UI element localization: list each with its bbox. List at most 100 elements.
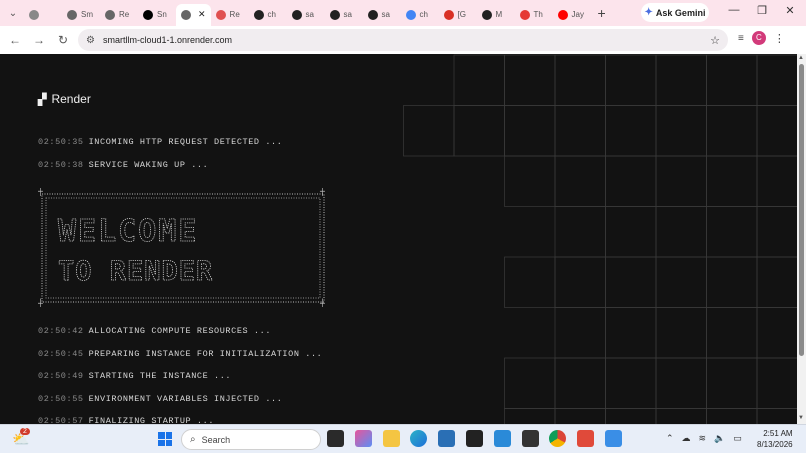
notepad-icon[interactable] [605, 430, 622, 447]
maximize-button[interactable]: ❐ [752, 4, 772, 17]
volume-icon[interactable]: 🔈 [714, 433, 725, 444]
browser-tab[interactable]: sa [325, 4, 363, 26]
taskbar-search-label: Search [201, 434, 231, 445]
clock-time: 2:51 AM [763, 429, 793, 438]
app-icon[interactable] [466, 430, 483, 447]
windows-start-button[interactable] [158, 432, 172, 446]
log-line: 02:50:42 ALLOCATING COMPUTE RESOURCES ... [38, 326, 271, 336]
grid-cell [605, 155, 657, 207]
grid-cell [756, 54, 797, 106]
task-view-icon[interactable] [327, 430, 344, 447]
tab-search-chevron-icon[interactable]: ⌄ [2, 8, 24, 19]
forward-icon[interactable]: → [28, 33, 50, 47]
grid-cell [756, 357, 797, 409]
browser-tab[interactable]: ch [249, 4, 287, 26]
grid-cell [706, 206, 758, 258]
file-explorer-icon[interactable] [383, 430, 400, 447]
grid-cell [554, 105, 606, 157]
grid-cell [605, 357, 657, 409]
menu-kebab-icon[interactable]: ⋮ [774, 32, 785, 45]
tab-close-icon[interactable]: ✕ [198, 9, 206, 20]
grid-cell [706, 307, 758, 359]
github-icon [481, 9, 492, 20]
browser-tab[interactable]: Re [100, 4, 138, 26]
log-line: 02:50:35 INCOMING HTTP REQUEST DETECTED .… [38, 137, 282, 147]
render-logo-text: Render [51, 92, 91, 106]
taskbar-clock[interactable]: 2:51 AM 8/13/2026 [757, 428, 793, 450]
scroll-up-icon[interactable]: ▲ [798, 55, 804, 61]
browser-tab[interactable]: M [477, 4, 515, 26]
terminal-icon[interactable] [522, 430, 539, 447]
svg-text:┼: ┼ [319, 298, 325, 307]
svg-text:┼: ┼ [38, 188, 43, 196]
browser-tab[interactable]: Jay [553, 4, 591, 26]
grid-cell [605, 54, 657, 106]
grid-cell [504, 105, 556, 157]
app-red-icon[interactable] [577, 430, 594, 447]
scroll-down-icon[interactable]: ▼ [798, 415, 804, 421]
scroll-thumb[interactable] [799, 64, 804, 356]
chatgpt-icon [253, 9, 264, 20]
svg-text:┼: ┼ [38, 298, 43, 307]
browser-tab[interactable]: Sm [62, 4, 100, 26]
profile-avatar[interactable]: C [751, 31, 766, 45]
render-icon [143, 9, 153, 20]
grid-cell [554, 357, 606, 409]
url-text[interactable]: smartllm-cloud1-1.onrender.com [103, 35, 232, 45]
video-icon [519, 9, 530, 20]
gmail-icon [443, 9, 454, 20]
browser-tab[interactable]: ✕ [176, 3, 211, 26]
wifi-icon[interactable]: ≋ [699, 433, 707, 444]
log-timestamp: 02:50:57 [38, 416, 84, 424]
reload-icon[interactable]: ↻ [52, 33, 74, 47]
browser-tab[interactable]: ch [401, 4, 439, 26]
log-message: INCOMING HTTP REQUEST DETECTED ... [88, 137, 283, 147]
copilot-icon[interactable] [355, 430, 372, 447]
browser-tab[interactable]: Th [515, 4, 553, 26]
browser-tab[interactable]: [G [439, 4, 477, 26]
new-tab-button[interactable]: + [591, 5, 613, 21]
tab-label: sa [305, 10, 314, 19]
grid-cell [655, 105, 707, 157]
ask-gemini-button[interactable]: ✦ Ask Gemini [641, 3, 709, 22]
banner-line-welcome: WELCOME [58, 214, 198, 249]
minimize-button[interactable]: — [724, 4, 744, 16]
battery-icon[interactable]: ▭ [733, 433, 742, 444]
onedrive-icon[interactable]: ☁ [682, 433, 691, 444]
grid-cell [504, 357, 556, 409]
page-scrollbar[interactable]: ▲ ▼ [797, 54, 806, 424]
tray-chevron-icon[interactable]: ⌃ [666, 433, 674, 444]
media-controls-icon[interactable]: ≡ [738, 33, 744, 44]
edge-icon[interactable] [410, 430, 427, 447]
browser-tab[interactable]: Re [211, 4, 249, 26]
browser-tab[interactable]: Sn [138, 4, 176, 26]
grid-cell [655, 256, 707, 308]
grid-cell [453, 105, 505, 157]
log-line: 02:50:49 STARTING THE INSTANCE ... [38, 371, 231, 381]
browser-tab[interactable] [24, 4, 62, 26]
globe-icon [67, 9, 77, 20]
address-bar[interactable]: ⚙ smartllm-cloud1-1.onrender.com ☆ [78, 29, 728, 51]
log-message: ALLOCATING COMPUTE RESOURCES ... [88, 326, 272, 336]
log-message: STARTING THE INSTANCE ... [88, 371, 232, 381]
store-icon[interactable] [438, 430, 455, 447]
bookmark-star-icon[interactable]: ☆ [710, 34, 720, 47]
browser-tab[interactable]: sa [363, 4, 401, 26]
chrome-icon[interactable] [549, 430, 566, 447]
vscode-icon[interactable] [494, 430, 511, 447]
tab-label: ch [267, 10, 276, 19]
grid-cell [554, 155, 606, 207]
grid-cell [655, 357, 707, 409]
grid-cell [706, 357, 758, 409]
site-info-icon[interactable]: ⚙ [86, 35, 95, 46]
google-icon [405, 9, 416, 20]
close-window-button[interactable]: ✕ [780, 4, 800, 17]
browser-tab[interactable]: sa [287, 4, 325, 26]
clock-date: 8/13/2026 [757, 440, 793, 449]
taskbar-search[interactable]: ⌕ Search [181, 429, 321, 450]
log-timestamp: 02:50:55 [38, 393, 84, 404]
grid-cell [554, 408, 606, 424]
back-icon[interactable]: ← [4, 33, 26, 47]
grid-cell [605, 206, 657, 258]
github-icon [367, 9, 378, 20]
